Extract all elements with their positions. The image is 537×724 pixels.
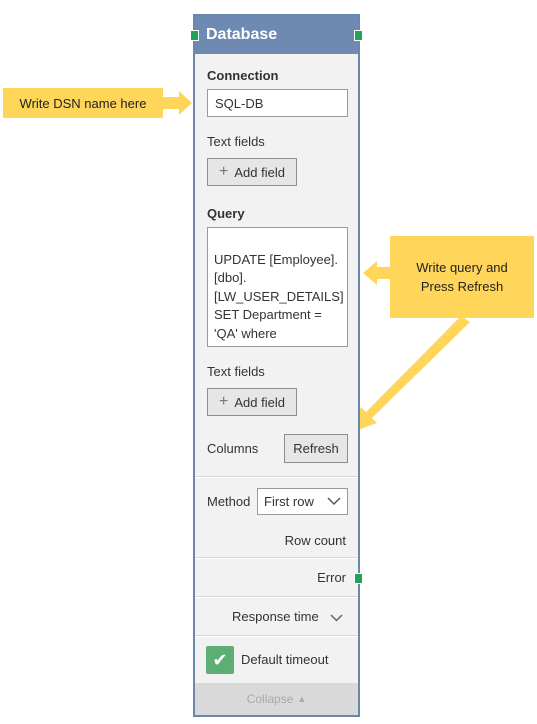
chevron-down-icon xyxy=(330,614,343,622)
output-port[interactable] xyxy=(354,30,363,41)
dsn-arrow xyxy=(163,91,192,115)
refresh-label: Refresh xyxy=(293,441,339,456)
query-callout: Write query and Press Refresh xyxy=(390,236,534,318)
plus-icon: + xyxy=(219,163,229,180)
check-icon: ✔ xyxy=(212,649,228,670)
caret-up-icon: ▲ xyxy=(297,694,307,704)
method-value: First row xyxy=(264,494,314,509)
default-timeout-checkbox[interactable]: ✔ xyxy=(206,646,234,674)
chevron-down-icon xyxy=(327,497,341,506)
error-label: Error xyxy=(317,570,346,585)
default-timeout-label: Default timeout xyxy=(241,652,329,667)
panel-title: Database xyxy=(206,26,278,43)
query-arrow xyxy=(363,261,390,285)
database-node-panel[interactable]: Database Connection SQL-DB Text fields +… xyxy=(190,14,363,717)
query-textarea[interactable]: UPDATE [Employee]. [dbo]. [LW_USER_DETAI… xyxy=(207,227,348,347)
text-fields-label: Text fields xyxy=(207,364,265,379)
dsn-callout: Write DSN name here xyxy=(3,88,163,118)
query-callout-line1: Write query and xyxy=(416,260,508,275)
query-value: UPDATE [Employee]. [dbo]. [LW_USER_DETAI… xyxy=(214,251,344,347)
connection-input[interactable]: SQL-DB xyxy=(207,89,348,117)
section-divider xyxy=(195,636,358,637)
collapse-button[interactable]: Collapse ▲ xyxy=(195,683,358,715)
add-field-button[interactable]: + Add field xyxy=(207,158,297,186)
method-label: Method xyxy=(207,494,251,509)
response-time-row[interactable]: Response time xyxy=(195,598,358,636)
plus-icon: + xyxy=(219,393,229,410)
collapse-label: Collapse xyxy=(246,692,294,706)
dsn-callout-text: Write DSN name here xyxy=(19,95,147,111)
method-select[interactable]: First row xyxy=(257,488,348,515)
error-port[interactable] xyxy=(354,573,363,584)
refresh-arrow xyxy=(352,316,470,432)
columns-label: Columns xyxy=(207,441,259,456)
connection-value: SQL-DB xyxy=(215,96,264,111)
connection-label: Connection xyxy=(207,68,279,83)
text-fields-label: Text fields xyxy=(207,134,265,149)
refresh-button[interactable]: Refresh xyxy=(284,434,348,463)
query-callout-line2: Press Refresh xyxy=(420,279,504,294)
input-port[interactable] xyxy=(190,30,199,41)
query-label: Query xyxy=(207,206,245,221)
add-field-label: Add field xyxy=(234,394,285,410)
add-field-button[interactable]: + Add field xyxy=(207,388,297,416)
add-field-label: Add field xyxy=(234,164,285,180)
response-time-label: Response time xyxy=(232,609,319,624)
row-count-label: Row count xyxy=(284,533,346,548)
panel-header[interactable]: Database xyxy=(195,16,358,54)
section-divider xyxy=(195,558,358,559)
section-divider xyxy=(195,477,358,478)
